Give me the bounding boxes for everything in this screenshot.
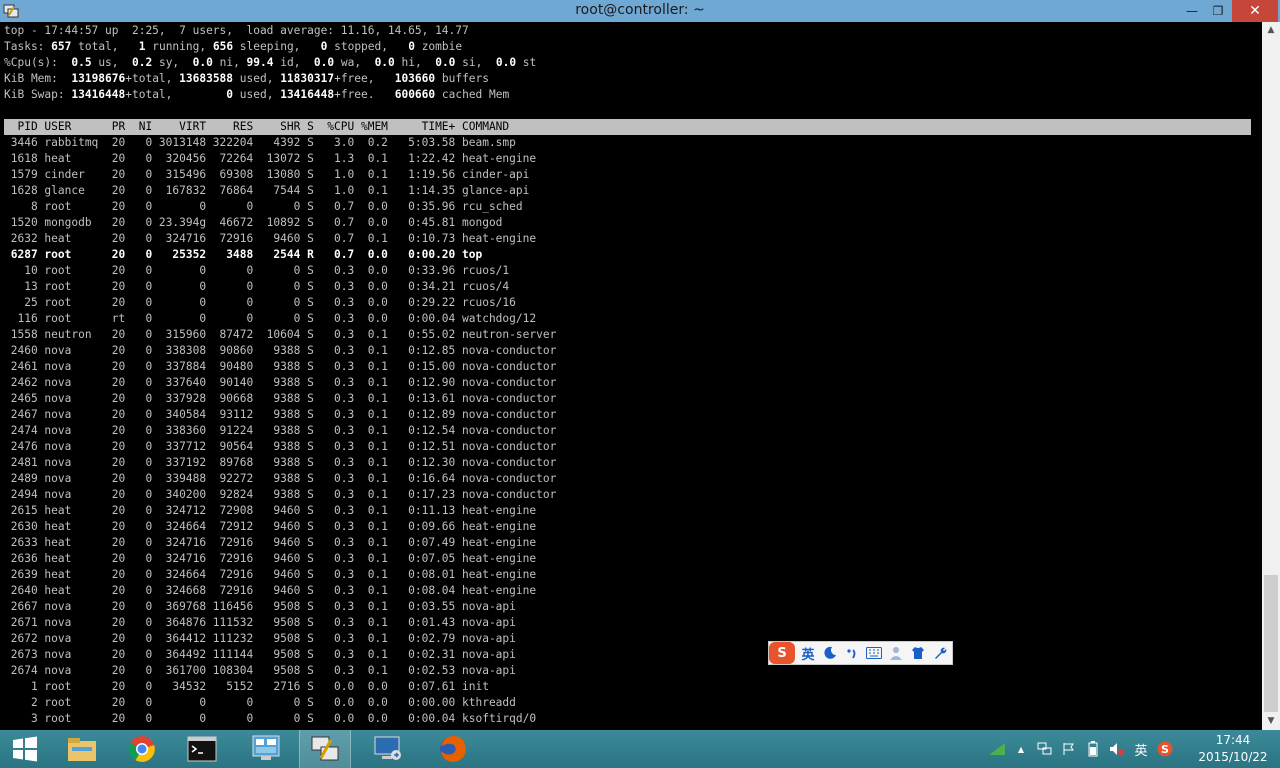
sogou-logo-icon[interactable]: S [769,642,795,664]
process-row: 2674 nova 20 0 361700 108304 9508 S 0.3 … [4,664,516,677]
process-row: 2667 nova 20 0 369768 116456 9508 S 0.3 … [4,600,516,613]
process-row: 2640 heat 20 0 324668 72916 9460 S 0.3 0… [4,584,537,597]
process-row: 2671 nova 20 0 364876 111532 9508 S 0.3 … [4,616,516,629]
clock-date: 2015/10/22 [1198,750,1268,764]
network-icon[interactable] [1033,730,1057,768]
window-title: root@controller: ~ [575,2,705,18]
process-row: 10 root 20 0 0 0 0 S 0.3 0.0 0:33.96 rcu… [4,264,510,277]
process-row: 1579 cinder 20 0 315496 69308 13080 S 1.… [4,168,530,181]
process-row: 2489 nova 20 0 339488 92272 9388 S 0.3 0… [4,472,557,485]
ime-toolbar[interactable]: S 英 [768,641,953,665]
process-table-header: PID USER PR NI VIRT RES SHR S %CPU %MEM … [4,119,1251,135]
scroll-thumb[interactable] [1264,575,1278,712]
file-explorer-button[interactable] [54,730,110,768]
process-row: 2474 nova 20 0 338360 91224 9388 S 0.3 0… [4,424,557,437]
command-prompt-button[interactable] [174,730,230,768]
process-row: 116 root rt 0 0 0 0 S 0.3 0.0 0:00.04 wa… [4,312,537,325]
volume-muted-icon[interactable] [1105,730,1129,768]
firefox-button[interactable] [425,730,481,768]
process-row: 2494 nova 20 0 340200 92824 9388 S 0.3 0… [4,488,557,501]
window-titlebar[interactable]: root@controller: ~ — ❐ ✕ [0,0,1280,22]
taskbar-clock[interactable]: 17:44 2015/10/22 [1196,732,1270,766]
summary-line: Tasks: 657 total, 1 running, 656 sleepin… [4,40,463,53]
taskbar: ▲ 英 S 17:44 2015/10/22 [0,730,1280,768]
process-row: 2462 nova 20 0 337640 90140 9388 S 0.3 0… [4,376,557,389]
process-row: 1618 heat 20 0 320456 72264 13072 S 1.3 … [4,152,537,165]
scroll-up-arrow-icon[interactable]: ▲ [1262,22,1280,39]
process-row: 1 root 20 0 34532 5152 2716 S 0.0 0.0 0:… [4,680,489,693]
process-row: 8 root 20 0 0 0 0 S 0.7 0.0 0:35.96 rcu_… [4,200,523,213]
summary-line: %Cpu(s): 0.5 us, 0.2 sy, 0.0 ni, 99.4 id… [4,56,537,69]
svg-text:S: S [1161,743,1169,756]
battery-icon[interactable] [1081,730,1105,768]
chrome-button[interactable] [114,730,170,768]
process-row: 3 root 20 0 0 0 0 S 0.0 0.0 0:00.04 ksof… [4,712,537,725]
minimize-button[interactable]: — [1178,0,1206,22]
clock-time: 17:44 [1215,733,1251,747]
process-row: 1628 glance 20 0 167832 76864 7544 S 1.0… [4,184,530,197]
process-row: 1558 neutron 20 0 315960 87472 10604 S 0… [4,328,557,341]
process-row: 2460 nova 20 0 338308 90860 9388 S 0.3 0… [4,344,557,357]
network-monitor-icon [252,735,280,760]
action-center-flag-icon[interactable] [1057,730,1081,768]
process-row: 2461 nova 20 0 337884 90480 9388 S 0.3 0… [4,360,557,373]
process-row: 2633 heat 20 0 324716 72916 9460 S 0.3 0… [4,536,537,549]
remote-desktop-manager-button[interactable] [239,730,295,768]
process-row: 6287 root 20 0 25352 3488 2544 R 0.7 0.0… [4,248,483,261]
firefox-icon [440,736,466,762]
process-row: 2636 heat 20 0 324716 72916 9460 S 0.3 0… [4,552,537,565]
putty-icon [311,736,339,761]
wrench-icon[interactable] [929,642,951,664]
windows-logo-icon [13,736,37,762]
process-row: 2630 heat 20 0 324664 72912 9460 S 0.3 0… [4,520,537,533]
remote-desktop-icon [374,736,401,760]
terminal-screen[interactable]: top - 17:44:57 up 2:25, 7 users, load av… [0,22,1262,730]
process-row: 1520 mongodb 20 0 23.394g 46672 10892 S … [4,216,503,229]
summary-line: KiB Swap: 13416448+total, 0 used, 134164… [4,88,510,101]
summary-line: top - 17:44:57 up 2:25, 7 users, load av… [4,24,469,37]
process-row: 2467 nova 20 0 340584 93112 9388 S 0.3 0… [4,408,557,421]
system-tray: ▲ 英 S [985,730,1177,768]
close-button[interactable]: ✕ [1232,0,1278,22]
cmd-icon [187,736,217,762]
shirt-icon[interactable] [907,642,929,664]
chrome-icon [128,736,155,762]
process-row: 2672 nova 20 0 364412 111232 9508 S 0.3 … [4,632,516,645]
ime-language-toggle[interactable]: 英 [797,642,819,664]
summary-line: KiB Mem: 13198676+total, 13683588 used, … [4,72,490,85]
process-row: 2465 nova 20 0 337928 90668 9388 S 0.3 0… [4,392,557,405]
maximize-button[interactable]: ❐ [1204,0,1232,22]
user-icon[interactable] [885,642,907,664]
putty-taskbar-button[interactable] [299,730,351,768]
process-row: 2673 nova 20 0 364492 111144 9508 S 0.3 … [4,648,516,661]
process-row: 2615 heat 20 0 324712 72908 9460 S 0.3 0… [4,504,537,517]
scroll-down-arrow-icon[interactable]: ▼ [1262,713,1280,730]
process-row: 13 root 20 0 0 0 0 S 0.3 0.0 0:34.21 rcu… [4,280,510,293]
process-row: 2476 nova 20 0 337712 90564 9388 S 0.3 0… [4,440,557,453]
process-row: 2481 nova 20 0 337192 89768 9388 S 0.3 0… [4,456,557,469]
process-row: 3446 rabbitmq 20 0 3013148 322204 4392 S… [4,136,516,149]
process-row: 2639 heat 20 0 324664 72916 9460 S 0.3 0… [4,568,537,581]
process-row: 2632 heat 20 0 324716 72916 9460 S 0.7 0… [4,232,537,245]
folder-icon [68,738,96,761]
show-hidden-icons-button[interactable]: ▲ [1009,730,1033,768]
sogou-tray-icon[interactable]: S [1153,730,1177,768]
start-button[interactable] [0,730,50,768]
ime-language-indicator[interactable]: 英 [1129,730,1153,768]
keyboard-icon[interactable] [863,642,885,664]
process-row: 25 root 20 0 0 0 0 S 0.3 0.0 0:29.22 rcu… [4,296,516,309]
terminal-scrollbar[interactable]: ▲ ▼ [1262,22,1280,730]
moon-icon[interactable] [819,642,841,664]
wifi-icon[interactable] [985,730,1009,768]
punctuation-icon[interactable] [841,642,863,664]
process-row: 2 root 20 0 0 0 0 S 0.0 0.0 0:00.00 kthr… [4,696,516,709]
remote-desktop-connection-button[interactable] [360,730,416,768]
